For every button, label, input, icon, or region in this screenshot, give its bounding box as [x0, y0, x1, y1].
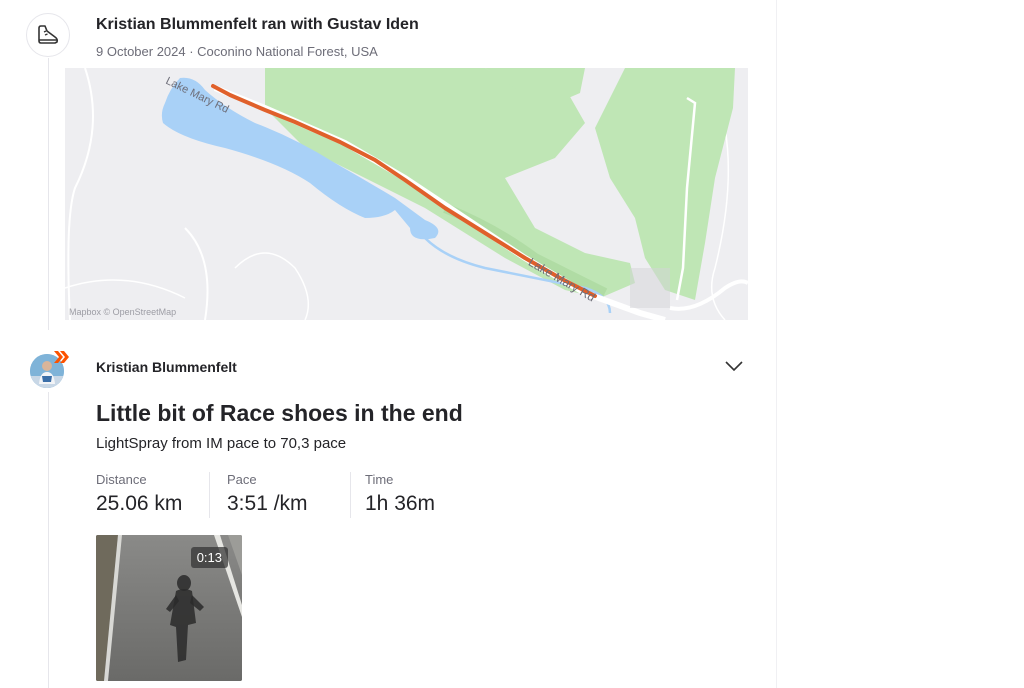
stat-label: Distance: [96, 472, 147, 487]
route-map-graphic: [65, 68, 748, 320]
stat-label: Pace: [227, 472, 257, 487]
activity-description: LightSpray from IM pace to 70,3 pace: [96, 435, 347, 452]
stat-distance: Distance 25.06 km: [96, 472, 209, 518]
group-activity-meta: 9 October 2024 · Coconino National Fores…: [96, 44, 378, 59]
video-thumbnail[interactable]: 0:13: [96, 535, 242, 681]
page: Kristian Blummenfelt ran with Gustav Ide…: [0, 0, 1024, 688]
video-duration: 0:13: [190, 547, 228, 568]
stat-time: Time 1h 36m: [351, 472, 465, 518]
stat-pace: Pace 3:51 /km: [210, 472, 350, 518]
activity-title[interactable]: Little bit of Race shoes in the end: [96, 400, 463, 427]
activity-feed: Kristian Blummenfelt ran with Gustav Ide…: [0, 0, 776, 688]
right-gutter: [776, 0, 1024, 688]
subscriber-badge-icon: [52, 350, 70, 364]
avatar[interactable]: [30, 350, 69, 388]
thread-line: [48, 58, 49, 330]
stat-label: Time: [365, 472, 394, 487]
activity-stats: Distance 25.06 km Pace 3:51 /km Time 1h …: [96, 472, 465, 518]
group-activity-title[interactable]: Kristian Blummenfelt ran with Gustav Ide…: [96, 16, 419, 34]
chevron-down-icon[interactable]: [722, 356, 746, 376]
route-map[interactable]: Lake Mary Rd Lake Mary Rd Mapbox © OpenS…: [65, 68, 748, 320]
stat-value: 25.06 km: [96, 492, 183, 515]
stat-value: 1h 36m: [365, 492, 436, 515]
stat-value: 3:51 /km: [227, 492, 308, 515]
athlete-name[interactable]: Kristian Blummenfelt: [96, 359, 237, 375]
running-shoe-icon: [26, 13, 70, 57]
thread-line: [48, 392, 49, 688]
map-attribution: Mapbox © OpenStreetMap: [69, 307, 177, 317]
